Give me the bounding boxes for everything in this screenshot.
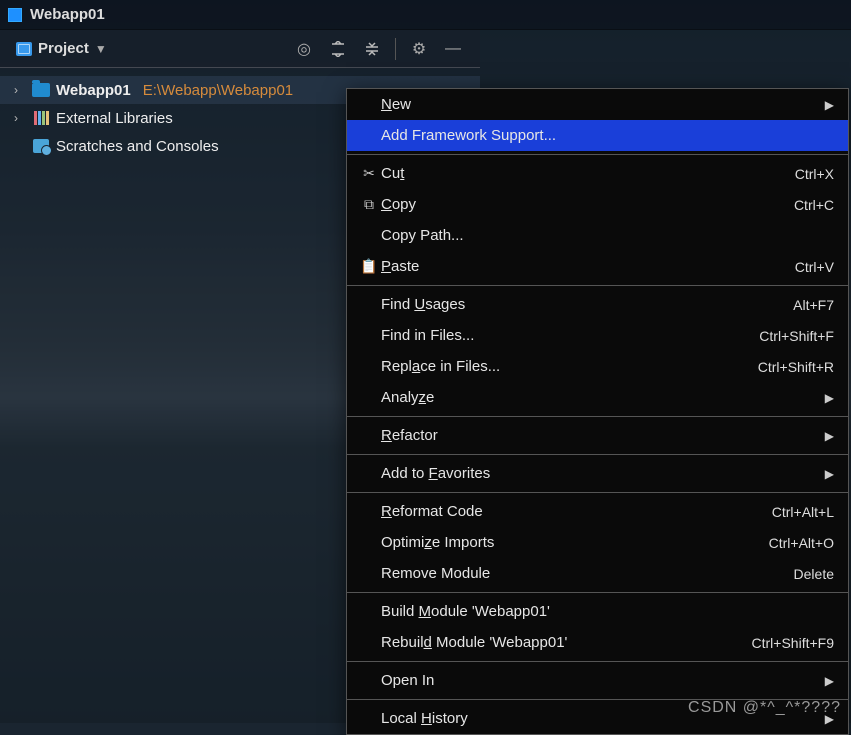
library-icon bbox=[34, 111, 49, 125]
menu-separator bbox=[347, 154, 848, 155]
paste-icon: 📋 bbox=[357, 258, 381, 275]
menu-optimize-imports[interactable]: Optimize Imports Ctrl+Alt+O bbox=[347, 527, 848, 558]
expand-all-icon[interactable] bbox=[327, 38, 349, 60]
menu-separator bbox=[347, 454, 848, 455]
app-icon bbox=[8, 8, 22, 22]
menu-separator bbox=[347, 492, 848, 493]
project-label: Project bbox=[38, 40, 89, 57]
expand-chevron-icon[interactable]: › bbox=[14, 111, 26, 125]
collapse-all-icon[interactable] bbox=[361, 38, 383, 60]
menu-reformat-code[interactable]: Reformat Code Ctrl+Alt+L bbox=[347, 496, 848, 527]
submenu-arrow-icon: ▶ bbox=[825, 98, 834, 112]
project-icon bbox=[16, 42, 32, 56]
menu-copy-path[interactable]: Copy Path... bbox=[347, 220, 848, 251]
tree-node-label: External Libraries bbox=[56, 110, 173, 127]
chevron-down-icon: ▼ bbox=[95, 42, 107, 56]
folder-icon bbox=[32, 83, 50, 97]
menu-separator bbox=[347, 285, 848, 286]
submenu-arrow-icon: ▶ bbox=[825, 674, 834, 688]
copy-icon: ⧉ bbox=[357, 196, 381, 213]
menu-replace-in-files[interactable]: Replace in Files... Ctrl+Shift+R bbox=[347, 351, 848, 382]
watermark: CSDN @*^_^*???? bbox=[688, 699, 841, 717]
menu-find-in-files[interactable]: Find in Files... Ctrl+Shift+F bbox=[347, 320, 848, 351]
menu-paste[interactable]: 📋 Paste Ctrl+V bbox=[347, 251, 848, 282]
cut-icon: ✂ bbox=[357, 165, 381, 182]
tree-node-label: Scratches and Consoles bbox=[56, 138, 219, 155]
project-toolbar: Project ▼ ◎ ⚙ — bbox=[0, 30, 480, 68]
menu-separator bbox=[347, 416, 848, 417]
context-menu: New ▶ Add Framework Support... ✂ Cut Ctr… bbox=[346, 88, 849, 735]
hide-icon[interactable]: — bbox=[442, 38, 464, 60]
tree-node-label: Webapp01 bbox=[56, 82, 131, 99]
gear-icon[interactable]: ⚙ bbox=[408, 38, 430, 60]
menu-add-to-favorites[interactable]: Add to Favorites ▶ bbox=[347, 458, 848, 489]
menu-remove-module[interactable]: Remove Module Delete bbox=[347, 558, 848, 589]
menu-cut[interactable]: ✂ Cut Ctrl+X bbox=[347, 158, 848, 189]
window-title-bar: Webapp01 bbox=[0, 0, 851, 30]
menu-rebuild-module[interactable]: Rebuild Module 'Webapp01' Ctrl+Shift+F9 bbox=[347, 627, 848, 658]
scratch-icon bbox=[33, 139, 49, 153]
menu-refactor[interactable]: Refactor ▶ bbox=[347, 420, 848, 451]
menu-find-usages[interactable]: Find Usages Alt+F7 bbox=[347, 289, 848, 320]
tree-node-path: E:\Webapp\Webapp01 bbox=[143, 82, 293, 99]
menu-open-in[interactable]: Open In ▶ bbox=[347, 665, 848, 696]
menu-separator bbox=[347, 592, 848, 593]
window-title: Webapp01 bbox=[30, 6, 105, 23]
expand-chevron-icon[interactable]: › bbox=[14, 83, 26, 97]
toolbar-divider bbox=[395, 38, 396, 60]
submenu-arrow-icon: ▶ bbox=[825, 391, 834, 405]
menu-analyze[interactable]: Analyze ▶ bbox=[347, 382, 848, 413]
project-view-selector[interactable]: Project ▼ bbox=[10, 36, 113, 61]
menu-add-framework-support[interactable]: Add Framework Support... bbox=[347, 120, 848, 151]
menu-separator bbox=[347, 661, 848, 662]
menu-build-module[interactable]: Build Module 'Webapp01' bbox=[347, 596, 848, 627]
submenu-arrow-icon: ▶ bbox=[825, 467, 834, 481]
menu-new[interactable]: New ▶ bbox=[347, 89, 848, 120]
submenu-arrow-icon: ▶ bbox=[825, 429, 834, 443]
locate-icon[interactable]: ◎ bbox=[293, 38, 315, 60]
menu-copy[interactable]: ⧉ Copy Ctrl+C bbox=[347, 189, 848, 220]
